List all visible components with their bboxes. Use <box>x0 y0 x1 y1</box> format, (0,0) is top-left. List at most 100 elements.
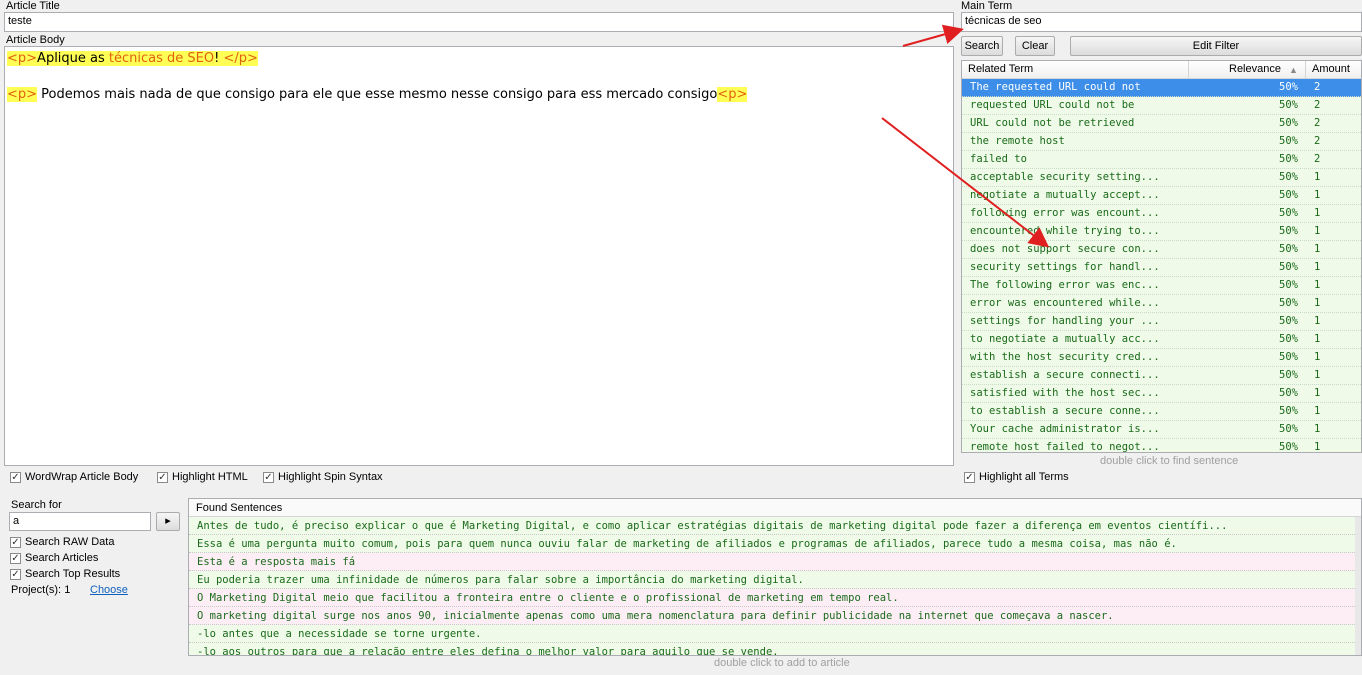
term-text: security settings for handl... <box>970 261 1160 273</box>
search-for-label: Search for <box>11 499 62 511</box>
header-related-term[interactable]: Related Term <box>968 63 1033 75</box>
term-relevance: 50% <box>1279 153 1298 165</box>
term-row[interactable]: The requested URL could not 50% 2 <box>962 79 1361 97</box>
term-row[interactable]: does not support secure con... 50% 1 <box>962 241 1361 259</box>
term-amount: 1 <box>1314 369 1321 381</box>
related-terms-table[interactable]: Related Term Relevance ▲ Amount The requ… <box>961 60 1362 453</box>
sentence-row[interactable]: -lo aos outros para que a relação entre … <box>189 643 1361 655</box>
search-for-input[interactable]: a <box>9 512 151 531</box>
p-open-tag: <p> <box>7 87 38 102</box>
checkmark-icon: ✓ <box>157 471 168 483</box>
terms-body: The requested URL could not 50% 2 requested… <box>962 79 1361 453</box>
term-relevance: 50% <box>1279 99 1298 111</box>
highlight-html-checkbox[interactable]: ✓ Highlight HTML <box>157 471 248 483</box>
term-amount: 1 <box>1314 279 1321 291</box>
search-top-checkbox[interactable]: ✓ Search Top Results <box>10 568 120 580</box>
found-sentences-list[interactable]: Found Sentences Antes de tudo, é preciso… <box>188 498 1362 656</box>
main-term-input[interactable]: técnicas de seo <box>961 12 1362 32</box>
body-text: Podemos mais nada de que consigo para el… <box>37 87 718 102</box>
term-amount: 1 <box>1314 171 1321 183</box>
header-amount[interactable]: Amount <box>1312 63 1350 75</box>
term-relevance: 50% <box>1279 315 1298 327</box>
term-amount: 1 <box>1314 297 1321 309</box>
article-body-editor[interactable]: <p>Aplique as técnicas de SEO! </p> <p> … <box>4 46 954 466</box>
term-row[interactable]: remote host failed to negot... 50% 1 <box>962 439 1361 453</box>
edit-filter-button[interactable]: Edit Filter <box>1070 36 1362 56</box>
term-row[interactable]: encountered while trying to... 50% 1 <box>962 223 1361 241</box>
search-raw-checkbox[interactable]: ✓ Search RAW Data <box>10 536 114 548</box>
term-amount: 1 <box>1314 261 1321 273</box>
highlight-spin-checkbox[interactable]: ✓ Highlight Spin Syntax <box>263 471 383 483</box>
term-row[interactable]: error was encountered while... 50% 1 <box>962 295 1361 313</box>
term-row[interactable]: negotiate a mutually accept... 50% 1 <box>962 187 1361 205</box>
term-text: error was encountered while... <box>970 297 1160 309</box>
term-row[interactable]: to establish a secure conne... 50% 1 <box>962 403 1361 421</box>
sentence-row[interactable]: Eu poderia trazer uma infinidade de núme… <box>189 571 1361 589</box>
term-row[interactable]: the remote host 50% 2 <box>962 133 1361 151</box>
choose-link[interactable]: Choose <box>90 584 128 596</box>
term-amount: 1 <box>1314 315 1321 327</box>
term-amount: 2 <box>1314 117 1321 129</box>
checkmark-icon: ✓ <box>964 471 975 483</box>
header-relevance[interactable]: Relevance <box>1229 63 1281 75</box>
sentence-row[interactable]: O marketing digital surge nos anos 90, i… <box>189 607 1361 625</box>
term-text: failed to <box>970 153 1027 165</box>
term-row[interactable]: settings for handling your ... 50% 1 <box>962 313 1361 331</box>
term-relevance: 50% <box>1279 225 1298 237</box>
wordwrap-checkbox[interactable]: ✓ WordWrap Article Body <box>10 471 138 483</box>
term-row[interactable]: security settings for handl... 50% 1 <box>962 259 1361 277</box>
sentences-scrollbar[interactable] <box>1355 517 1361 655</box>
term-row[interactable]: to negotiate a mutually acc... 50% 1 <box>962 331 1361 349</box>
sentences-hint: double click to add to article <box>714 657 850 669</box>
sentence-row[interactable]: -lo antes que a necessidade se torne urg… <box>189 625 1361 643</box>
term-text: does not support secure con... <box>970 243 1160 255</box>
search-button[interactable]: Search <box>961 36 1003 56</box>
term-amount: 2 <box>1314 135 1321 147</box>
term-text: The requested URL could not <box>970 81 1141 93</box>
highlight-terms-checkbox[interactable]: ✓ Highlight all Terms <box>964 471 1069 483</box>
sentence-row[interactable]: O Marketing Digital meio que facilitou a… <box>189 589 1361 607</box>
term-row[interactable]: Your cache administrator is... 50% 1 <box>962 421 1361 439</box>
term-relevance: 50% <box>1279 351 1298 363</box>
term-relevance: 50% <box>1279 297 1298 309</box>
highlight-html-label: Highlight HTML <box>172 471 248 483</box>
term-amount: 1 <box>1314 225 1321 237</box>
term-relevance: 50% <box>1279 405 1298 417</box>
body-line-1: <p>Aplique as técnicas de SEO! </p> <box>7 49 951 69</box>
term-text: remote host failed to negot... <box>970 441 1160 453</box>
checkmark-icon: ✓ <box>263 471 274 483</box>
term-row[interactable]: following error was encount... 50% 1 <box>962 205 1361 223</box>
term-amount: 1 <box>1314 243 1321 255</box>
sentence-row[interactable]: Esta é a resposta mais fá <box>189 553 1361 571</box>
sentence-row[interactable]: Antes de tudo, é preciso explicar o que … <box>189 517 1361 535</box>
term-row[interactable]: URL could not be retrieved 50% 2 <box>962 115 1361 133</box>
checkmark-icon: ✓ <box>10 536 21 548</box>
term-amount: 1 <box>1314 351 1321 363</box>
term-relevance: 50% <box>1279 207 1298 219</box>
term-relevance: 50% <box>1279 369 1298 381</box>
sentences-header: Found Sentences <box>189 499 1361 517</box>
search-articles-checkbox[interactable]: ✓ Search Articles <box>10 552 98 564</box>
term-row[interactable]: satisfied with the host sec... 50% 1 <box>962 385 1361 403</box>
term-relevance: 50% <box>1279 117 1298 129</box>
body-line-2: <p> Podemos mais nada de que consigo par… <box>7 85 951 105</box>
term-amount: 1 <box>1314 441 1321 453</box>
term-row[interactable]: requested URL could not be 50% 2 <box>962 97 1361 115</box>
term-amount: 1 <box>1314 333 1321 345</box>
term-row[interactable]: The following error was enc... 50% 1 <box>962 277 1361 295</box>
article-title-input[interactable]: teste <box>4 12 954 32</box>
sentence-row[interactable]: Essa é uma pergunta muito comum, pois pa… <box>189 535 1361 553</box>
projects-count: 1 <box>64 584 71 596</box>
terms-header: Related Term Relevance ▲ Amount <box>962 61 1361 79</box>
highlighted-term: técnicas de SEO <box>108 51 215 66</box>
term-row[interactable]: establish a secure connecti... 50% 1 <box>962 367 1361 385</box>
term-relevance: 50% <box>1279 135 1298 147</box>
clear-button[interactable]: Clear <box>1015 36 1055 56</box>
term-text: The following error was enc... <box>970 279 1160 291</box>
term-row[interactable]: acceptable security setting... 50% 1 <box>962 169 1361 187</box>
term-row[interactable]: with the host security cred... 50% 1 <box>962 349 1361 367</box>
main-term-label: Main Term <box>961 0 1013 12</box>
term-row[interactable]: failed to 50% 2 <box>962 151 1361 169</box>
search-go-button[interactable]: ▸ <box>156 512 180 531</box>
wordwrap-label: WordWrap Article Body <box>25 471 139 483</box>
